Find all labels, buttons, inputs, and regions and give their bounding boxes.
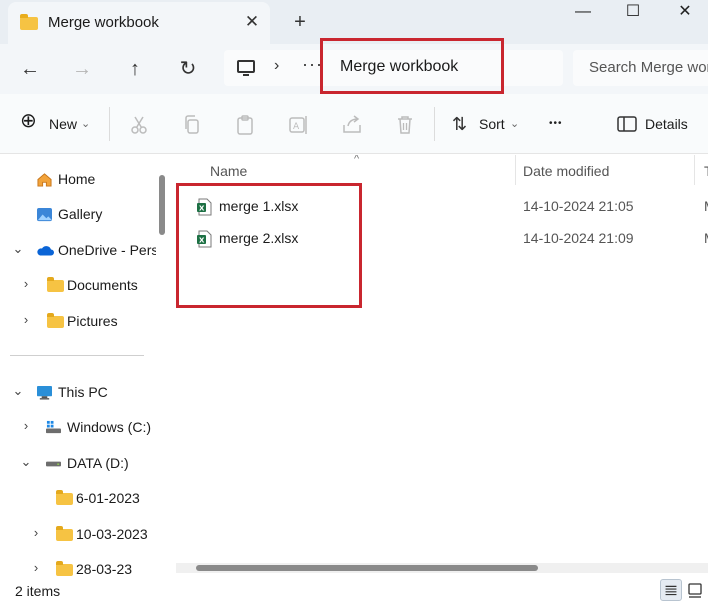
- nav-item-pictures[interactable]: › Pictures: [0, 305, 156, 339]
- nav-item-folder-10-03-2023[interactable]: › 10-03-2023: [0, 518, 156, 552]
- tab-title: Merge workbook: [48, 14, 159, 31]
- share-icon[interactable]: [340, 113, 364, 137]
- file-type: Microsoft Excel Worksheet: [704, 198, 708, 214]
- nav-label: This PC: [58, 384, 108, 400]
- sort-button[interactable]: Sort: [479, 112, 505, 136]
- column-header-date-modified[interactable]: Date modified: [523, 163, 609, 179]
- close-window-button[interactable]: ✕: [660, 0, 708, 26]
- chevron-down-icon[interactable]: ⌄: [18, 454, 34, 470]
- breadcrumb-chevron-icon[interactable]: ›: [274, 57, 279, 75]
- new-dropdown-icon[interactable]: ⌄: [81, 112, 90, 136]
- sort-dropdown-icon[interactable]: ⌄: [510, 112, 519, 136]
- drive-icon: [46, 461, 61, 467]
- chevron-down-icon[interactable]: ⌄: [10, 241, 26, 257]
- nav-item-data-d[interactable]: ⌄ DATA (D:): [0, 447, 156, 481]
- divider: [109, 107, 110, 141]
- sort-ascending-icon: ^: [354, 155, 360, 165]
- divider: [434, 107, 435, 141]
- nav-label: Gallery: [58, 206, 103, 222]
- chevron-right-icon[interactable]: ›: [18, 418, 34, 433]
- folder-icon: [47, 277, 64, 292]
- folder-icon: [20, 14, 38, 30]
- new-button[interactable]: New: [49, 112, 77, 136]
- nav-divider: [10, 355, 144, 356]
- chevron-down-icon[interactable]: ⌄: [10, 383, 26, 399]
- item-count: 2 items: [15, 583, 61, 599]
- svg-text:A: A: [293, 122, 300, 132]
- nav-label: 28-03-23: [76, 561, 133, 577]
- chevron-right-icon[interactable]: ›: [18, 312, 34, 327]
- sort-icon[interactable]: ⇅: [452, 112, 467, 136]
- nav-item-folder-28-03-23[interactable]: › 28-03-23: [0, 553, 156, 577]
- files-highlight-box: [176, 183, 362, 308]
- up-button[interactable]: ↑: [119, 54, 151, 84]
- nav-label: Windows (C:): [67, 419, 152, 435]
- nav-scrollbar[interactable]: [159, 175, 165, 235]
- file-date: 14-10-2024 21:05: [523, 198, 634, 214]
- rename-icon[interactable]: A: [286, 113, 310, 137]
- this-pc-icon[interactable]: [237, 60, 255, 76]
- command-bar: ⊕ New ⌄ A ⇅ Sort ⌄ ••• Details: [0, 94, 708, 154]
- column-divider[interactable]: [515, 155, 516, 185]
- nav-label: Pictures: [67, 313, 118, 329]
- nav-label: Documents: [67, 277, 138, 293]
- this-pc-icon: [37, 385, 52, 400]
- chevron-right-icon[interactable]: ›: [28, 560, 44, 575]
- more-options-button[interactable]: •••: [549, 112, 563, 136]
- nav-label: OneDrive - Personal: [58, 242, 156, 258]
- nav-label: Home: [58, 171, 96, 187]
- chevron-right-icon[interactable]: ›: [28, 525, 44, 540]
- folder-icon: [56, 526, 73, 541]
- file-type: Microsoft Excel Worksheet: [704, 230, 708, 246]
- nav-label: DATA (D:): [67, 455, 129, 471]
- address-highlight-box: [320, 38, 504, 94]
- delete-icon[interactable]: [393, 113, 417, 137]
- folder-icon: [47, 313, 64, 328]
- details-pane-icon[interactable]: [617, 116, 637, 132]
- tab-merge-workbook[interactable]: Merge workbook ✕: [8, 2, 270, 44]
- nav-item-windows-c[interactable]: › Windows (C:): [0, 411, 156, 445]
- nav-item-documents[interactable]: › Documents: [0, 269, 156, 303]
- nav-label: 10-03-2023: [76, 526, 148, 542]
- search-placeholder: Search Merge workbook: [589, 59, 708, 76]
- cut-icon[interactable]: [127, 113, 151, 137]
- nav-item-this-pc[interactable]: ⌄ This PC: [0, 376, 156, 410]
- column-header-name[interactable]: Name: [210, 163, 247, 179]
- new-tab-button[interactable]: +: [288, 10, 312, 34]
- column-divider[interactable]: [694, 155, 695, 185]
- forward-button[interactable]: →: [66, 54, 98, 84]
- copy-icon[interactable]: [180, 113, 204, 137]
- home-icon: [37, 173, 52, 187]
- column-header-type[interactable]: Type: [704, 163, 708, 179]
- nav-item-home[interactable]: Home: [0, 163, 156, 197]
- navigation-pane: Home Gallery ⌄ OneDrive - Personal › Doc…: [0, 155, 172, 577]
- refresh-button[interactable]: ↻: [172, 54, 204, 84]
- back-button[interactable]: ←: [14, 54, 46, 84]
- nav-label: 6-01-2023: [76, 490, 140, 506]
- search-input[interactable]: Search Merge workbook: [573, 50, 708, 86]
- horizontal-scrollbar-thumb[interactable]: [196, 565, 538, 571]
- new-icon[interactable]: ⊕: [20, 109, 37, 133]
- nav-item-gallery[interactable]: Gallery: [0, 198, 156, 232]
- file-date: 14-10-2024 21:09: [523, 230, 634, 246]
- maximize-button[interactable]: ☐: [608, 0, 658, 26]
- minimize-button[interactable]: —: [558, 0, 608, 26]
- paste-icon[interactable]: [233, 113, 257, 137]
- onedrive-cloud-icon: [37, 246, 54, 256]
- file-list: ^ Name Date modified Type X merge 1.xlsx…: [172, 155, 708, 577]
- status-bar: 2 items: [0, 577, 708, 605]
- folder-icon: [56, 561, 73, 576]
- windows-drive-icon: [46, 420, 61, 434]
- folder-icon: [56, 490, 73, 505]
- close-tab-button[interactable]: ✕: [240, 10, 264, 34]
- nav-item-onedrive[interactable]: ⌄ OneDrive - Personal: [0, 234, 156, 268]
- gallery-icon: [37, 207, 52, 222]
- details-view-icon[interactable]: [660, 579, 682, 601]
- chevron-right-icon[interactable]: ›: [18, 276, 34, 291]
- tiles-view-icon[interactable]: [684, 579, 706, 601]
- details-button[interactable]: Details: [645, 112, 688, 136]
- nav-item-folder-6-01-2023[interactable]: 6-01-2023: [0, 482, 156, 516]
